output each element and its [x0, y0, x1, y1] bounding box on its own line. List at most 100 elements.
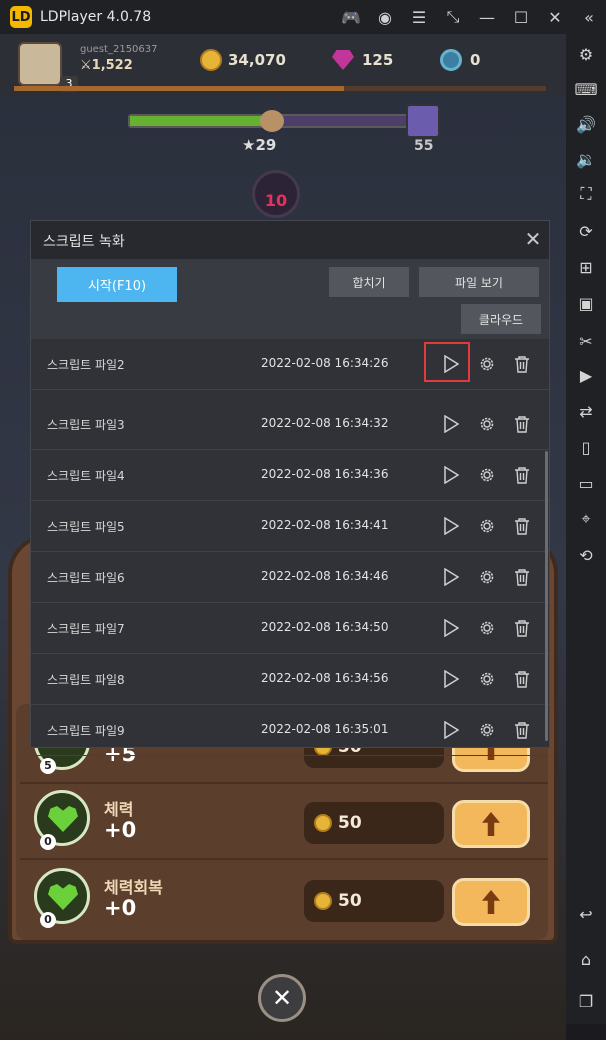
home-icon[interactable]: ⌂	[566, 944, 606, 974]
coin-icon	[200, 49, 222, 71]
stat-value: +0	[104, 896, 137, 920]
settings-icon[interactable]	[475, 616, 499, 640]
trash-icon[interactable]	[510, 352, 534, 376]
stat-cost: 50	[304, 802, 444, 844]
screenshot-icon[interactable]: ⛶	[566, 179, 606, 209]
script-row[interactable]: 스크립트 파일3 2022-02-08 16:34:32	[31, 399, 549, 450]
ldplayer-logo: LD	[10, 6, 32, 28]
play-icon[interactable]	[439, 463, 463, 487]
stat-value: +0	[104, 818, 137, 842]
player-avatar[interactable]	[18, 42, 62, 86]
rotate-icon[interactable]: ⟲	[566, 540, 606, 570]
back-icon[interactable]: «	[572, 0, 606, 34]
video-icon[interactable]: ▶	[566, 360, 606, 390]
script-time: 2022-02-08 16:34:36	[261, 467, 389, 481]
play-icon[interactable]	[439, 565, 463, 589]
resize-icon[interactable]: ⤡	[436, 0, 470, 34]
location-icon[interactable]: ⌖	[566, 504, 606, 534]
close-icon[interactable]: ✕	[538, 0, 572, 34]
trash-icon[interactable]	[510, 514, 534, 538]
upgrade-button[interactable]	[452, 878, 530, 926]
script-list-scrollbar[interactable]	[545, 451, 548, 741]
maximize-icon[interactable]: ☐	[504, 0, 538, 34]
sync-icon[interactable]: ⇄	[566, 396, 606, 426]
shake-icon[interactable]: ▯	[566, 432, 606, 462]
stage-progress-fill	[130, 116, 262, 126]
gamepad-icon[interactable]: 🎮	[334, 0, 368, 34]
script-time: 2022-02-08 16:35:01	[261, 722, 389, 736]
play-icon[interactable]	[439, 616, 463, 640]
trash-icon[interactable]	[510, 565, 534, 589]
script-name: 스크립트 파일4	[47, 469, 125, 483]
stat-name: 체력회복	[104, 878, 163, 897]
gem-icon	[332, 50, 354, 70]
apk-icon[interactable]: ▣	[566, 288, 606, 318]
keyboard-icon[interactable]: ⌨	[566, 74, 606, 104]
script-row[interactable]: 스크립트 파일6 2022-02-08 16:34:46	[31, 552, 549, 603]
script-row[interactable]: 스크립트 파일9 2022-02-08 16:35:01	[31, 705, 549, 756]
back-nav-icon[interactable]: ↩	[566, 899, 606, 929]
upgrade-button[interactable]	[452, 800, 530, 848]
token-icon	[440, 49, 462, 71]
dialog-close-icon[interactable]: ✕	[521, 227, 545, 251]
view-file-button[interactable]: 파일 보기	[419, 267, 539, 297]
stat-row-hp: 0 체력 +0 50	[20, 786, 548, 860]
script-time: 2022-02-08 16:34:41	[261, 518, 389, 532]
play-icon[interactable]	[439, 718, 463, 742]
script-row[interactable]: 스크립트 파일2 2022-02-08 16:34:26	[31, 339, 549, 390]
settings-icon[interactable]	[475, 718, 499, 742]
volume-down-icon[interactable]: 🔉	[566, 144, 606, 174]
script-row[interactable]: 스크립트 파일8 2022-02-08 16:34:56	[31, 654, 549, 705]
script-time: 2022-02-08 16:34:46	[261, 569, 389, 583]
script-row[interactable]: 스크립트 파일4 2022-02-08 16:34:36	[31, 450, 549, 501]
close-panel-button[interactable]: ✕	[258, 974, 306, 1022]
token-counter: 0	[440, 48, 480, 72]
trash-icon[interactable]	[510, 616, 534, 640]
stage-max: 55	[414, 138, 434, 154]
menu-icon[interactable]: ☰	[402, 0, 436, 34]
settings-icon[interactable]: ⚙	[566, 39, 606, 69]
folder-icon[interactable]: ▭	[566, 468, 606, 498]
script-name: 스크립트 파일9	[47, 724, 125, 738]
script-row[interactable]: 스크립트 파일5 2022-02-08 16:34:41	[31, 501, 549, 552]
settings-icon[interactable]	[475, 463, 499, 487]
script-record-dialog: 스크립트 녹화 ✕ 시작(F10) 합치기 파일 보기 클라우드 스크립트 파일…	[30, 220, 550, 756]
dialog-header: 스크립트 녹화 ✕	[31, 221, 549, 259]
play-icon[interactable]	[439, 667, 463, 691]
play-icon[interactable]	[439, 412, 463, 436]
cloud-button[interactable]: 클라우드	[461, 304, 541, 334]
game-top-bar: 3 guest_2150637 ⚔1,522 34,070 125 0	[0, 34, 566, 96]
trash-icon[interactable]	[510, 412, 534, 436]
record-icon[interactable]: ⟳	[566, 216, 606, 246]
settings-icon[interactable]	[475, 412, 499, 436]
settings-icon[interactable]	[475, 352, 499, 376]
script-time: 2022-02-08 16:34:32	[261, 416, 389, 430]
settings-icon[interactable]	[475, 514, 499, 538]
start-record-button[interactable]: 시작(F10)	[57, 267, 177, 302]
add-app-icon[interactable]: ⊞	[566, 252, 606, 282]
trash-icon[interactable]	[510, 463, 534, 487]
recent-apps-icon[interactable]: ❐	[566, 986, 606, 1016]
trash-icon[interactable]	[510, 718, 534, 742]
emulator-sidebar: ⚙ ⌨ 🔊 🔉 ⛶ ⟳ ⊞ ▣ ✂ ▶ ⇄ ▯ ▭ ⌖ ⟲ ↩ ⌂ ❐	[566, 34, 606, 1024]
play-icon[interactable]	[439, 514, 463, 538]
merge-button[interactable]: 합치기	[329, 267, 409, 297]
play-icon[interactable]	[439, 352, 463, 376]
bomb-counter[interactable]: 10	[252, 170, 300, 218]
script-row[interactable]: 스크립트 파일7 2022-02-08 16:34:50	[31, 603, 549, 654]
settings-icon[interactable]	[475, 565, 499, 589]
minimize-icon[interactable]: —	[470, 0, 504, 34]
scissors-icon[interactable]: ✂	[566, 326, 606, 356]
user-icon[interactable]: ◉	[368, 0, 402, 34]
arrow-up-icon	[482, 812, 500, 836]
settings-icon[interactable]	[475, 667, 499, 691]
trash-icon[interactable]	[510, 667, 534, 691]
stage-current: ★29	[242, 136, 277, 154]
stat-level: 0	[40, 912, 56, 928]
boss-icon	[406, 104, 440, 138]
coin-icon	[314, 892, 332, 910]
volume-up-icon[interactable]: 🔊	[566, 109, 606, 139]
script-time: 2022-02-08 16:34:26	[261, 356, 389, 370]
xp-bar	[14, 86, 546, 91]
dialog-toolbar: 시작(F10) 합치기 파일 보기 클라우드	[31, 259, 549, 339]
